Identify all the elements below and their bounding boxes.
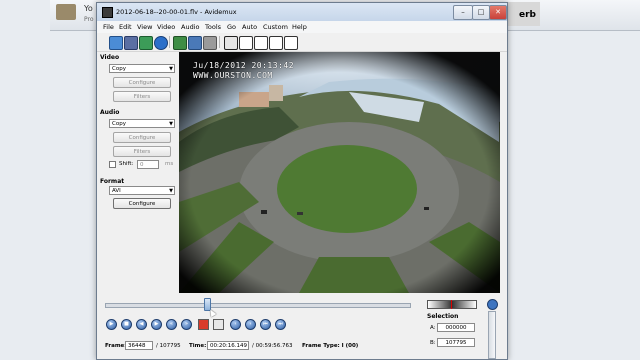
title-bar[interactable]: 2012-06-18--20-00-01.flv - Avidemux – □ … xyxy=(97,3,507,21)
audio-section-label: Audio xyxy=(100,109,120,116)
previous-frame-icon[interactable]: ◀ xyxy=(136,319,147,330)
video-configure-button[interactable]: Configure xyxy=(113,77,171,88)
mouse-pointer xyxy=(207,307,217,318)
menu-custom[interactable]: Custom xyxy=(263,23,288,31)
marker-a-value[interactable]: 000000 xyxy=(437,323,475,332)
toolbar-separator xyxy=(169,36,170,48)
jog-shuttle[interactable] xyxy=(427,300,477,309)
frame-calc-icon[interactable] xyxy=(203,36,217,50)
menu-auto[interactable]: Auto xyxy=(242,23,257,31)
last-frame-icon[interactable]: ⏭ xyxy=(275,319,286,330)
properties-icon[interactable] xyxy=(188,36,202,50)
volume-slider[interactable] xyxy=(488,311,496,359)
preview-icon[interactable] xyxy=(284,36,298,50)
shift-label: Shift: xyxy=(119,161,134,167)
info-icon[interactable] xyxy=(154,36,168,50)
previous-keyframe-icon[interactable]: « xyxy=(166,319,177,330)
audio-filters-button[interactable]: Filters xyxy=(113,146,171,157)
menu-go[interactable]: Go xyxy=(227,23,236,31)
window-title: 2012-06-18--20-00-01.flv - Avidemux xyxy=(116,8,237,16)
open-icon[interactable] xyxy=(109,36,123,50)
time-total: / 00:59:56.763 xyxy=(252,343,293,349)
video-codec-select[interactable]: Copy ▼ xyxy=(109,64,175,73)
top-bottom-icon[interactable] xyxy=(269,36,283,50)
video-frame-image xyxy=(179,52,500,293)
next-black-frame-icon[interactable]: › xyxy=(245,319,256,330)
minimize-button[interactable]: – xyxy=(453,5,473,20)
side-by-side-icon[interactable] xyxy=(254,36,268,50)
chevron-down-icon: ▼ xyxy=(169,66,173,72)
format-value: AVI xyxy=(112,188,121,194)
calculator-icon[interactable] xyxy=(173,36,187,50)
chevron-down-icon: ▼ xyxy=(169,121,173,127)
frame-input[interactable]: 36448 xyxy=(125,341,153,350)
menu-file[interactable]: File xyxy=(103,23,114,31)
jog-marker xyxy=(451,300,452,309)
menu-edit[interactable]: Edit xyxy=(119,23,132,31)
stop-icon[interactable]: ■ xyxy=(121,319,132,330)
set-marker-b-icon[interactable] xyxy=(213,319,224,330)
timeline-slider[interactable] xyxy=(105,303,411,308)
osd-date: Ju/18/2012 20:13:42 xyxy=(193,61,295,70)
background-window-title: Yo xyxy=(84,4,93,13)
app-icon[interactable] xyxy=(102,7,113,18)
video-filters-button[interactable]: Filters xyxy=(113,91,171,102)
video-preview: Ju/18/2012 20:13:42 WWW.OURSTON.COM xyxy=(179,52,500,293)
selection-label: Selection xyxy=(427,313,459,320)
format-configure-button[interactable]: Configure xyxy=(113,198,171,209)
shift-unit: ms xyxy=(165,161,174,167)
audio-codec-select[interactable]: Copy ▼ xyxy=(109,119,175,128)
next-keyframe-icon[interactable]: » xyxy=(181,319,192,330)
volume-icon[interactable] xyxy=(487,299,498,310)
save-icon[interactable] xyxy=(124,36,138,50)
marker-a-label: A: xyxy=(430,325,436,331)
audio-configure-button[interactable]: Configure xyxy=(113,132,171,143)
close-button[interactable]: ✕ xyxy=(489,5,507,20)
set-marker-a-icon[interactable] xyxy=(198,319,209,330)
background-app-icon xyxy=(56,4,76,20)
menu-video[interactable]: Video xyxy=(157,23,175,31)
maximize-button[interactable]: □ xyxy=(472,5,490,20)
shift-input[interactable]: 0 xyxy=(137,160,159,169)
frame-type: Frame Type: I (00) xyxy=(302,343,359,349)
video-section-label: Video xyxy=(100,54,120,61)
save-bmp-icon[interactable] xyxy=(139,36,153,50)
menu-audio[interactable]: Audio xyxy=(181,23,199,31)
video-codec-value: Copy xyxy=(112,66,126,72)
next-frame-icon[interactable]: ▶ xyxy=(151,319,162,330)
time-label: Time: xyxy=(189,343,207,349)
osd-site: WWW.OURSTON.COM xyxy=(193,71,273,80)
output-view-icon[interactable] xyxy=(239,36,253,50)
play-icon[interactable]: ▶ xyxy=(106,319,117,330)
shift-checkbox[interactable] xyxy=(109,161,116,168)
chevron-down-icon: ▼ xyxy=(169,188,173,194)
avidemux-window: 2012-06-18--20-00-01.flv - Avidemux – □ … xyxy=(96,2,508,360)
input-view-icon[interactable] xyxy=(224,36,238,50)
time-input[interactable]: 00:20:16.149 xyxy=(207,341,249,350)
marker-b-value[interactable]: 107795 xyxy=(437,338,475,347)
toolbar xyxy=(97,33,507,52)
menu-tools[interactable]: Tools xyxy=(205,23,221,31)
toolbar-separator xyxy=(219,36,220,48)
background-brand: erb xyxy=(519,10,536,20)
frame-total: / 107795 xyxy=(156,343,181,349)
format-select[interactable]: AVI ▼ xyxy=(109,186,175,195)
menu-view[interactable]: View xyxy=(137,23,152,31)
first-frame-icon[interactable]: ⏮ xyxy=(260,319,271,330)
previous-black-frame-icon[interactable]: ‹ xyxy=(230,319,241,330)
frame-label: Frame: xyxy=(105,343,127,349)
menu-help[interactable]: Help xyxy=(292,23,307,31)
menu-bar: File Edit View Video Audio Tools Go Auto… xyxy=(97,21,507,33)
background-window-subtitle: Pro xyxy=(84,16,94,23)
marker-b-label: B: xyxy=(430,340,436,346)
format-section-label: Format xyxy=(100,178,125,185)
audio-codec-value: Copy xyxy=(112,121,126,127)
